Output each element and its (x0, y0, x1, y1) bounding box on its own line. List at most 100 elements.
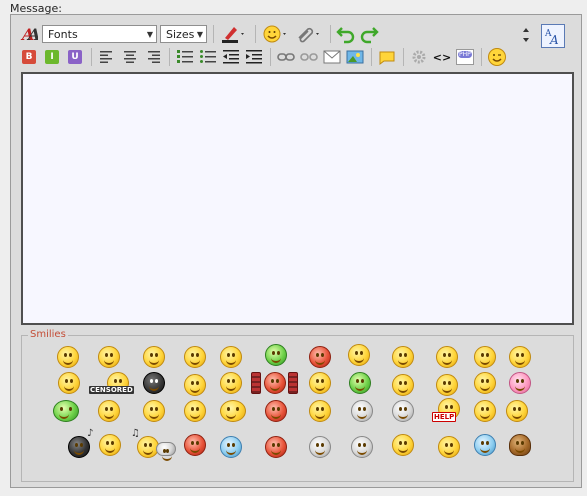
outdent-icon[interactable] (221, 47, 241, 67)
text-color-picker[interactable] (219, 24, 249, 44)
blush-smiley-icon[interactable] (58, 372, 80, 394)
crazy-smiley-icon[interactable] (351, 436, 373, 458)
align-left-icon[interactable] (97, 47, 117, 67)
unordered-list-icon[interactable] (198, 47, 218, 67)
shocked-smiley-icon[interactable] (184, 434, 206, 456)
confused-smiley-icon[interactable] (184, 400, 206, 422)
php-badge: PHP (456, 49, 474, 65)
undo-icon[interactable] (336, 24, 356, 44)
ninja-smiley-icon[interactable] (143, 372, 165, 394)
unsure-smiley-icon[interactable] (98, 400, 120, 422)
resize-toggle-icon[interactable] (520, 25, 532, 45)
music-note-icon: ♪ (87, 428, 94, 439)
sleepy-smiley-icon[interactable] (184, 374, 206, 396)
poop-icon[interactable] (509, 434, 531, 456)
pig-smiley-icon[interactable] (509, 372, 531, 394)
bold-label: B (22, 50, 36, 64)
sick-smiley-icon[interactable] (265, 344, 287, 366)
yawn-smiley-icon[interactable] (392, 374, 414, 396)
grin-smiley-icon[interactable] (98, 346, 120, 368)
size-select[interactable]: Sizes ▼ (160, 25, 207, 43)
editor-frame: AA Fonts ▼ Sizes ▼ AA (10, 14, 582, 488)
love-smiley-icon[interactable] (474, 372, 496, 394)
size-select-value: Sizes (166, 27, 195, 41)
skull-smiley-icon[interactable] (351, 400, 373, 422)
neutral-smiley-icon[interactable] (436, 374, 458, 396)
ordered-list-icon[interactable] (175, 47, 195, 67)
singing-smiley-icon[interactable] (99, 434, 121, 456)
help-tag: HELP (432, 412, 457, 422)
surprised-smiley-icon[interactable] (348, 344, 370, 366)
alien-smiley-icon[interactable] (349, 372, 371, 394)
cloud-icon (156, 442, 176, 461)
chevron-down-icon: ▼ (146, 29, 153, 39)
align-right-icon[interactable] (143, 47, 163, 67)
bomb-icon[interactable] (68, 436, 90, 458)
smilies-panel: Smilies CENSORED HELP ♪ ♫ (21, 329, 574, 482)
toolbar-row-2: B I U <> PHP (19, 46, 510, 68)
wave-smiley-icon[interactable] (438, 436, 460, 458)
indent-icon[interactable] (244, 47, 264, 67)
angry-smiley-icon[interactable] (309, 400, 331, 422)
underline-label: U (68, 50, 82, 64)
underline-button[interactable]: U (65, 47, 85, 67)
attachment-icon[interactable] (294, 24, 324, 44)
search-smiley-icon[interactable] (392, 434, 414, 456)
yin-yang-icon[interactable] (309, 436, 331, 458)
wink-smiley-icon[interactable] (487, 47, 507, 67)
settings-icon[interactable] (409, 47, 429, 67)
separator (91, 48, 92, 66)
switch-editor-mode-icon[interactable]: AA (541, 24, 565, 48)
svg-text:A: A (26, 25, 38, 43)
banghead-smiley-icon[interactable] (264, 372, 286, 394)
cool-smiley-icon[interactable] (474, 346, 496, 368)
wall-right-icon[interactable] (288, 372, 298, 394)
remove-link-icon[interactable] (299, 47, 319, 67)
quote-icon[interactable] (377, 47, 397, 67)
mad-smiley-icon[interactable] (309, 346, 331, 368)
censored-tag: CENSORED (89, 386, 134, 394)
girl-smiley-icon[interactable] (220, 372, 242, 394)
smile-smiley-icon[interactable] (57, 346, 79, 368)
smilies-legend: Smilies (28, 329, 68, 340)
laugh-smiley-icon[interactable] (184, 346, 206, 368)
bold-button[interactable]: B (19, 47, 39, 67)
font-select[interactable]: Fonts ▼ (42, 25, 157, 43)
happy-smiley-icon[interactable] (143, 346, 165, 368)
shy-smiley-icon[interactable] (143, 400, 165, 422)
devil-smiley-icon[interactable] (265, 400, 287, 422)
emoticon-picker[interactable] (261, 24, 291, 44)
ghost-smiley-icon[interactable] (392, 400, 414, 422)
font-select-value: Fonts (48, 27, 78, 41)
email-icon[interactable] (322, 47, 342, 67)
italic-button[interactable]: I (42, 47, 62, 67)
yelling-smiley-icon[interactable] (265, 436, 287, 458)
redo-icon[interactable] (359, 24, 379, 44)
cheeky-smiley-icon[interactable] (509, 346, 531, 368)
insert-image-icon[interactable] (345, 47, 365, 67)
rolleyes-smiley-icon[interactable] (436, 346, 458, 368)
wall-left-icon[interactable] (251, 372, 261, 394)
separator (403, 48, 404, 66)
code-icon[interactable]: <> (432, 47, 452, 67)
php-icon[interactable]: PHP (455, 47, 475, 67)
code-label: <> (432, 50, 452, 64)
tongue-smiley-icon[interactable] (392, 346, 414, 368)
whistle-smiley-icon[interactable] (309, 372, 331, 394)
message-textarea[interactable] (21, 72, 574, 325)
side-smiley-icon[interactable] (506, 400, 528, 422)
insert-link-icon[interactable] (276, 47, 296, 67)
juggle-smiley-icon[interactable] (474, 434, 496, 456)
angel-smiley-icon[interactable] (220, 400, 246, 422)
separator (330, 25, 331, 43)
wink-smiley-icon[interactable] (220, 346, 242, 368)
nerd-smiley-icon[interactable] (474, 400, 496, 422)
cold-smiley-icon[interactable] (220, 436, 242, 458)
align-center-icon[interactable] (120, 47, 140, 67)
separator (371, 48, 372, 66)
remove-format-icon[interactable]: AA (19, 24, 39, 44)
slug-smiley-icon[interactable] (53, 400, 79, 422)
music-note-icon: ♫ (131, 428, 140, 439)
php-label: PHP (458, 51, 472, 58)
italic-label: I (45, 50, 59, 64)
